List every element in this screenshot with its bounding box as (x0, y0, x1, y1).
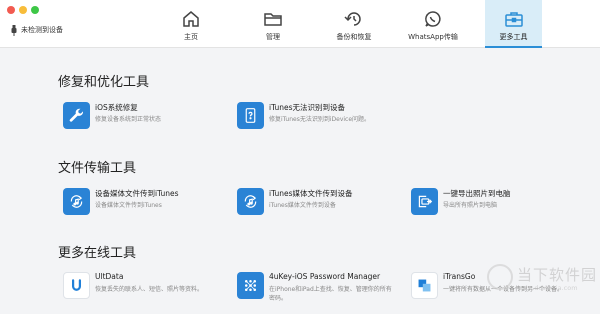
tab-more-tools[interactable]: 更多工具 (485, 0, 542, 48)
watermark-logo-icon (487, 264, 513, 290)
4ukey-logo-icon (237, 272, 264, 299)
tool-title: iTunes无法识别到设备 (269, 103, 346, 112)
ultdata-logo-icon (63, 272, 90, 299)
tab-home-label: 主页 (184, 33, 198, 41)
tab-manage[interactable]: 管理 (248, 0, 298, 48)
tool-title: iTunes媒体文件传到设备 (269, 189, 353, 198)
tool-desc: 修复设备系统到正常状态 (95, 116, 162, 123)
tool-export-photos[interactable]: 一键导出照片到电脑 导出所有照片到电脑 (411, 188, 571, 222)
whatsapp-icon (425, 11, 441, 27)
tool-title: UltData (95, 272, 124, 281)
tool-desc: iTunes媒体文件传到设备 (269, 202, 336, 209)
tool-desc: 设备媒体文件传到iTunes (95, 202, 162, 209)
tab-backup-restore[interactable]: 备份和恢复 (326, 0, 382, 48)
toolbox-icon (504, 12, 523, 27)
wrench-icon (63, 102, 90, 129)
tool-title: 4uKey-iOS Password Manager (269, 272, 381, 281)
title-bar: 未检测到设备 主页 管理 备份和恢复 WhatsApp传输 更多工具 (0, 0, 600, 48)
itransgo-logo-icon (411, 272, 438, 299)
folder-icon (264, 13, 282, 26)
section-title-online: 更多在线工具 (58, 246, 137, 261)
tool-title: iOS系统修复 (95, 103, 138, 112)
tool-itunes-media-to-device[interactable]: iTunes媒体文件传到设备 iTunes媒体文件传到设备 (237, 188, 397, 222)
tab-whatsapp-label: WhatsApp传输 (408, 33, 458, 41)
home-icon (183, 11, 199, 27)
tab-home[interactable]: 主页 (166, 0, 216, 48)
tab-backup-restore-label: 备份和恢复 (336, 33, 372, 41)
tool-itunes-not-recognized[interactable]: iTunes无法识别到设备 修复iTunes无法识别到iDevice问题。 (237, 102, 397, 136)
usb-icon (11, 24, 17, 36)
window-minimize-button[interactable] (19, 6, 27, 14)
tool-desc: 在iPhone和iPad上查找、恢复、管理你的所有密码。 (269, 286, 392, 302)
music-transfer-icon (63, 188, 90, 215)
window-maximize-button[interactable] (31, 6, 39, 14)
tool-desc: 恢复丢失的联系人、短信、照片等资料。 (95, 286, 204, 293)
backup-restore-icon (344, 12, 361, 26)
watermark: 当下软件园 www.downxia.com (487, 262, 597, 302)
tool-ultdata[interactable]: UltData 恢复丢失的联系人、短信、照片等资料。 (63, 272, 223, 306)
tool-title: 一键导出照片到电脑 (443, 189, 511, 198)
tool-title: iTransGo (443, 272, 476, 281)
tool-ios-system-repair[interactable]: iOS系统修复 修复设备系统到正常状态 (63, 102, 223, 136)
section-title-transfer: 文件传输工具 (58, 161, 137, 176)
export-photo-icon (411, 188, 438, 215)
tab-manage-label: 管理 (266, 33, 280, 41)
window-close-button[interactable] (7, 6, 15, 14)
tool-desc: 导出所有照片到电脑 (443, 202, 498, 209)
tool-desc: 修复iTunes无法识别到iDevice问题。 (269, 116, 371, 123)
watermark-url: www.downxia.com (517, 284, 578, 292)
tab-whatsapp[interactable]: WhatsApp传输 (400, 0, 466, 48)
tool-device-media-to-itunes[interactable]: 设备媒体文件传到iTunes 设备媒体文件传到iTunes (63, 188, 223, 222)
tab-more-tools-label: 更多工具 (499, 33, 528, 41)
phone-question-icon (237, 102, 264, 129)
section-title-repair: 修复和优化工具 (58, 75, 150, 90)
tool-4ukey-password-manager[interactable]: 4uKey-iOS Password Manager 在iPhone和iPad上… (237, 272, 397, 306)
music-transfer-icon (237, 188, 264, 215)
device-status-label: 未检测到设备 (21, 26, 63, 34)
tool-title: 设备媒体文件传到iTunes (95, 189, 179, 198)
device-status: 未检测到设备 (11, 24, 63, 36)
watermark-brand: 当下软件园 (517, 266, 598, 284)
